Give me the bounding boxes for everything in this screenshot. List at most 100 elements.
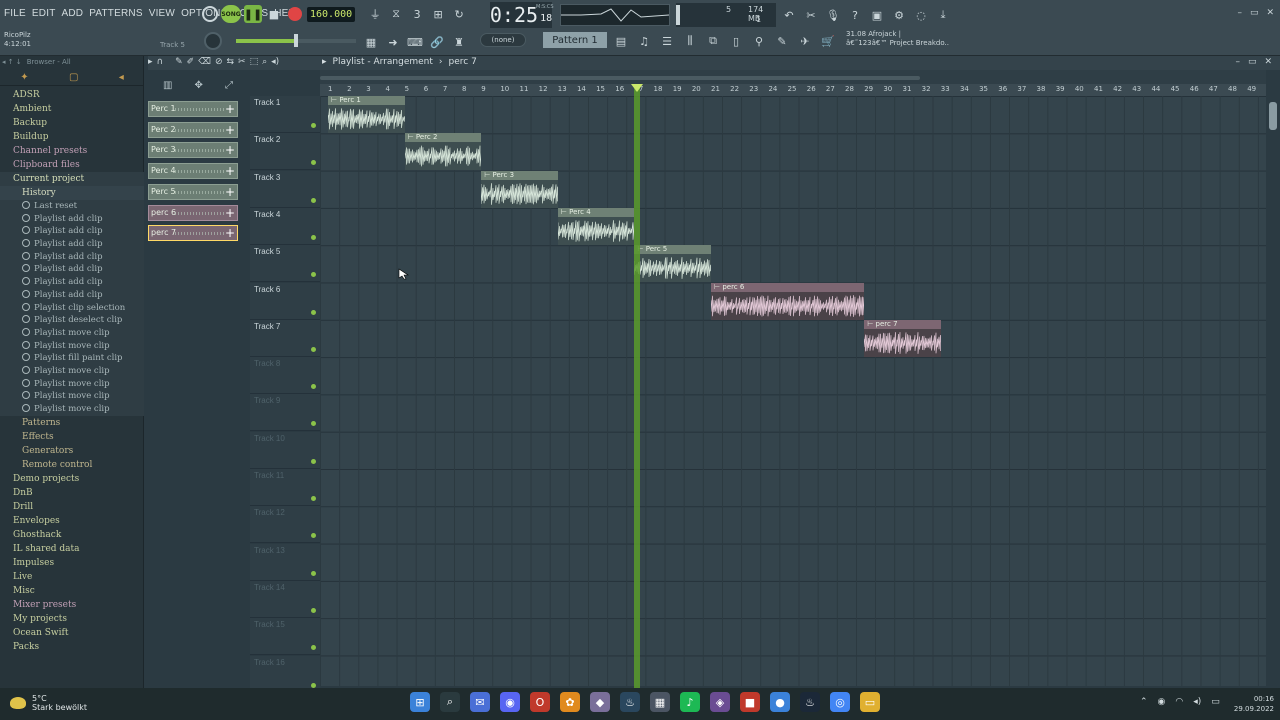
history-item[interactable]: Playlist add clip	[0, 250, 144, 264]
browser-folder[interactable]: DnB	[0, 486, 144, 500]
picker-move-icon[interactable]: ✥	[195, 80, 203, 91]
track-led-icon[interactable]	[311, 309, 316, 315]
mute-icon[interactable]: ⊘	[215, 57, 223, 67]
clip-header[interactable]: ⊢ perc 6	[711, 282, 865, 292]
project-subfolder[interactable]: Patterns	[0, 416, 144, 430]
track-header[interactable]: Track 8	[250, 357, 320, 395]
playlist-clip[interactable]: ⊢ Perc 5	[634, 245, 711, 283]
draw-icon[interactable]: ✎	[175, 57, 183, 67]
playlist-maximize-icon[interactable]: ▭	[1248, 57, 1257, 67]
browser-folder[interactable]: Packs	[0, 640, 144, 654]
vpn-app-icon[interactable]: ◈	[710, 692, 730, 712]
pause-button[interactable]: ❚❚	[244, 5, 262, 23]
keyboard-icon[interactable]: ▦	[362, 33, 380, 51]
playlist-clip[interactable]: ⊢ Perc 4	[557, 207, 635, 245]
menu-add[interactable]: ADD	[62, 8, 84, 19]
track-header[interactable]: Track 13	[250, 543, 320, 581]
picker-clip[interactable]: Perc 3 +	[148, 142, 238, 159]
browser-icon[interactable]: ▯	[727, 32, 745, 50]
wait-input-icon[interactable]: ⧖	[387, 5, 405, 23]
playlist-clip[interactable]: ⊢ Perc 1	[328, 96, 405, 133]
playhead[interactable]	[634, 84, 641, 688]
track-led-icon[interactable]	[311, 496, 316, 501]
stamp-icon[interactable]: ♜	[450, 33, 468, 51]
playlist-icon[interactable]: ▤	[612, 32, 630, 50]
browser-folder[interactable]: Channel presets	[0, 144, 144, 158]
channel-rack-icon[interactable]: ☰	[658, 32, 676, 50]
browser-folder[interactable]: Impulses	[0, 556, 144, 570]
scroll-thumb[interactable]	[1269, 102, 1277, 130]
track-header[interactable]: Track 3	[250, 170, 320, 208]
search-icon[interactable]: ⌕	[440, 692, 460, 712]
typing-keyboard-icon[interactable]: ⌨	[406, 33, 424, 51]
track-header[interactable]: Track 10	[250, 431, 320, 469]
blue-app-icon[interactable]: ●	[770, 692, 790, 712]
track-header[interactable]: Track 11	[250, 469, 320, 506]
weather-widget[interactable]: 5°C Stark bewölkt	[10, 694, 87, 712]
track-led-icon[interactable]	[311, 458, 316, 464]
picker-clip[interactable]: Perc 5 +	[148, 183, 238, 200]
clip-header[interactable]: ⊢ Perc 2	[404, 133, 482, 143]
track-led-icon[interactable]	[311, 272, 316, 278]
track-header[interactable]: Track 15	[250, 618, 320, 656]
browser-folder[interactable]: Envelopes	[0, 514, 144, 528]
add-icon[interactable]: +	[225, 226, 235, 240]
clip-header[interactable]: ⊢ perc 7	[864, 319, 941, 329]
menu-patterns[interactable]: PATTERNS	[89, 8, 142, 19]
project-subfolder[interactable]: Remote control	[0, 458, 144, 472]
piano-roll-icon[interactable]: ♫	[635, 32, 653, 50]
tray-chevron-icon[interactable]: ⌃	[1140, 697, 1148, 707]
history-item[interactable]: Playlist add clip	[0, 225, 144, 239]
step-edit-icon[interactable]: ⊞	[429, 5, 447, 23]
browser-folder[interactable]: IL shared data	[0, 542, 144, 556]
game-app-icon[interactable]: ◆	[590, 692, 610, 712]
loop-record-icon[interactable]: ↻	[450, 5, 468, 23]
project-subfolder[interactable]: Effects	[0, 430, 144, 444]
browser-folder[interactable]: Demo projects	[0, 472, 144, 486]
clip-menu-icon[interactable]: ⊢	[561, 208, 569, 216]
master-volume-slider[interactable]	[236, 34, 356, 47]
history-item[interactable]: Playlist add clip	[0, 263, 144, 277]
history-item[interactable]: Playlist move clip	[0, 364, 144, 378]
add-icon[interactable]: +	[225, 206, 235, 220]
track-led-icon[interactable]	[311, 533, 316, 539]
playhead-marker-icon[interactable]	[631, 84, 644, 92]
export-icon[interactable]: ✈	[796, 32, 814, 50]
master-pitch-knob[interactable]	[204, 32, 222, 50]
playlist-clip[interactable]: ⊢ Perc 2	[404, 133, 482, 171]
bar-ruler[interactable]: 1234567891011121314151617181920212223242…	[320, 84, 1266, 96]
undo-icon[interactable]: ↶	[780, 6, 798, 24]
history-item[interactable]: Playlist add clip	[0, 238, 144, 251]
file-icon[interactable]: ▢	[69, 72, 78, 83]
history-item[interactable]: Last reset	[0, 200, 144, 213]
chrome-icon[interactable]: ◎	[830, 692, 850, 712]
history-item[interactable]: Playlist move clip	[0, 326, 144, 340]
speaker-icon[interactable]: ◂	[119, 72, 124, 83]
browser-folder[interactable]: ADSR	[0, 88, 144, 102]
add-icon[interactable]: +	[225, 164, 235, 178]
add-icon[interactable]: +	[225, 143, 235, 157]
red-app-icon[interactable]: ■	[740, 692, 760, 712]
history-item[interactable]: Playlist move clip	[0, 377, 144, 391]
star-icon[interactable]: ✦	[20, 72, 28, 83]
clip-menu-icon[interactable]: ⊢	[408, 133, 416, 141]
chat-icon[interactable]: ◌	[912, 6, 930, 24]
tray-app-icon[interactable]: ◉	[1158, 697, 1166, 707]
file-manager-icon[interactable]: ▦	[650, 692, 670, 712]
track-led-icon[interactable]	[311, 384, 316, 390]
picker-stretch-icon[interactable]: ⤢	[225, 80, 233, 91]
explorer-icon[interactable]: ▭	[860, 692, 880, 712]
snap-selector[interactable]: (none)	[480, 33, 526, 47]
playlist-clip[interactable]: ⊢ Perc 3	[481, 170, 558, 208]
track-led-icon[interactable]	[311, 570, 316, 576]
horizontal-scrollbar[interactable]	[320, 76, 920, 80]
history-item[interactable]: Playlist deselect clip	[0, 314, 144, 327]
pattern-song-knob[interactable]	[202, 6, 218, 22]
track-header[interactable]: Track 1	[250, 96, 320, 133]
browser-folder[interactable]: Mixer presets	[0, 598, 144, 612]
plugin-icon[interactable]: ⚙	[890, 6, 908, 24]
history-item[interactable]: Playlist add clip	[0, 212, 144, 226]
nav-arrows-icon[interactable]: ◂ ↑ ↓	[2, 58, 22, 66]
track-led-icon[interactable]	[311, 645, 316, 651]
maximize-icon[interactable]: ▭	[1250, 8, 1259, 18]
